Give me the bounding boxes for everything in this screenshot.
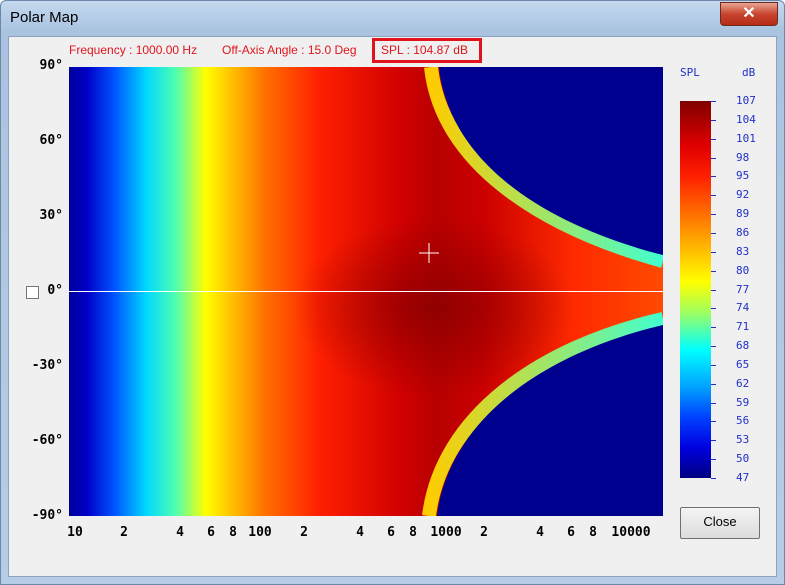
colorbar-label: 80 [736,263,750,277]
y-tick-label: -60° [31,433,63,448]
x-tick-label: 2 [120,525,128,540]
colorbar-label: 77 [736,282,750,296]
x-tick-label: 10000 [611,525,651,540]
x-tick-label: 4 [536,525,544,540]
x-tick-label: 2 [480,525,488,540]
colorbar-label: 53 [736,433,750,447]
colorbar-tick [711,101,716,102]
x-tick-label: 6 [567,525,575,540]
colorbar-title: SPL [680,66,700,79]
x-tick-label: 2 [300,525,308,540]
colorbar-tick [711,308,716,310]
colorbar-tick [711,251,716,253]
x-tick-label: 6 [387,525,395,540]
colorbar-tick [711,364,716,366]
frequency-readout: Frequency : 1000.00 Hz [69,43,198,57]
colorbar-label: 62 [736,376,750,390]
y-tick-label: 90° [39,58,63,73]
colorbar-tick [711,383,716,385]
colorbar-tick [711,232,716,234]
spl-highlight-box [372,38,482,63]
colorbar-label: 74 [736,301,750,315]
window-close-icon[interactable]: ✕ [720,2,778,26]
zero-line-checkbox[interactable] [26,286,39,299]
x-tick-label: 8 [589,525,597,540]
colorbar-tick [711,270,716,272]
colorbar-tick [711,195,716,197]
colorbar-tick [711,214,716,216]
colorbar-tick [711,459,716,461]
colorbar-label: 92 [736,188,750,202]
angle-readout: Off-Axis Angle : 15.0 Deg [222,43,357,57]
x-tick-label: 100 [248,525,272,540]
y-tick-label: -90° [31,508,63,523]
x-tick-label: 8 [229,525,237,540]
polar-heatmap[interactable] [69,67,663,516]
colorbar-tick [711,402,716,404]
x-tick-label: 8 [409,525,417,540]
x-tick-label: 6 [207,525,215,540]
colorbar-tick [711,138,716,140]
colorbar-unit: dB [742,66,756,79]
colorbar-label: 65 [736,357,750,371]
colorbar-tick [711,289,716,291]
colorbar [680,101,711,478]
close-button[interactable]: Close [680,507,760,539]
x-tick-label: 4 [176,525,184,540]
colorbar-tick [711,327,716,329]
colorbar-tick [711,421,716,423]
x-tick-label: 1000 [430,525,462,540]
y-tick-label: 30° [39,208,63,223]
colorbar-label: 59 [736,395,750,409]
y-tick-label: 60° [39,133,63,148]
colorbar-label: 71 [736,320,750,334]
window-title: Polar Map [10,9,79,26]
x-tick-label: 4 [356,525,364,540]
colorbar-label: 86 [736,225,750,239]
colorbar-label: 104 [736,112,756,126]
colorbar-tick [711,119,716,121]
colorbar-label: 56 [736,414,750,428]
colorbar-label: 98 [736,150,750,164]
colorbar-label: 50 [736,452,750,466]
colorbar-label: 68 [736,339,750,353]
colorbar-label: 95 [736,169,750,183]
colorbar-label: 107 [736,94,756,107]
colorbar-label: 101 [736,131,756,145]
x-tick-label: 10 [67,525,83,540]
colorbar-tick [711,346,716,348]
colorbar-label: 89 [736,207,750,221]
colorbar-tick [711,157,716,159]
colorbar-label: 47 [736,471,750,484]
colorbar-label: 83 [736,244,750,258]
colorbar-tick [711,440,716,442]
y-tick-label: -30° [31,358,63,373]
colorbar-tick [711,176,716,178]
colorbar-tick [711,478,716,479]
